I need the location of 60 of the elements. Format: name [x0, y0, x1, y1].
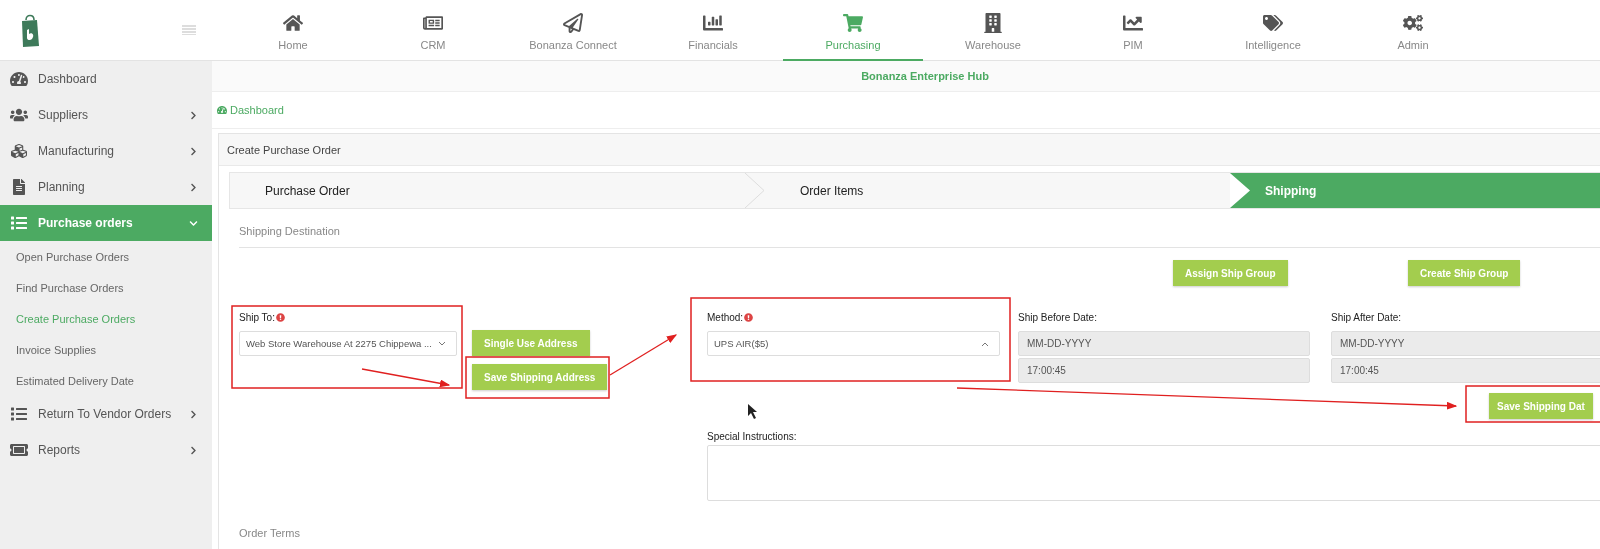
nav-tab[interactable]: Bonanza Connect: [503, 0, 643, 61]
sidebar-item[interactable]: Dashboard: [0, 61, 212, 97]
gauge-icon: [217, 105, 227, 115]
wizard-step[interactable]: Order Items: [765, 173, 1230, 208]
time-field[interactable]: 17:00:45: [1018, 358, 1310, 383]
nav-tab[interactable]: Financials: [643, 0, 783, 61]
tags-icon: [1263, 12, 1283, 33]
sidebar-subitem[interactable]: Find Purchase Orders: [0, 272, 212, 303]
field-label: Ship After Date:: [1331, 312, 1402, 325]
method-select[interactable]: UPS AIR($5): [707, 331, 1000, 356]
section-title: Shipping Destination: [239, 225, 340, 237]
ticket-icon: [10, 442, 28, 458]
nav-tab[interactable]: Home: [223, 0, 363, 61]
date-field[interactable]: MM-DD-YYYY: [1331, 331, 1600, 356]
cart-icon: [843, 12, 863, 33]
building-icon: [983, 12, 1003, 33]
nav-tab[interactable]: CRM: [363, 0, 503, 61]
field-label: Ship To:: [239, 312, 285, 326]
time-field[interactable]: 17:00:45: [1331, 358, 1600, 383]
list-icon: [10, 406, 28, 422]
home-icon: [283, 12, 303, 33]
sidebar-subitem[interactable]: Estimated Delivery Date: [0, 365, 212, 396]
field-label: Special Instructions:: [707, 431, 797, 444]
field-label: Method:: [707, 312, 754, 326]
chevron-up-icon: [981, 340, 989, 347]
nav-tab[interactable]: Intelligence: [1203, 0, 1343, 61]
sidebar-item[interactable]: Reports: [0, 432, 212, 468]
logo-icon: [20, 12, 40, 48]
wizard-step[interactable]: Purchase Order: [230, 173, 765, 208]
gears-icon: [1403, 12, 1423, 33]
sidebar-item[interactable]: Suppliers: [0, 97, 212, 133]
sidebar-item[interactable]: Manufacturing: [0, 133, 212, 169]
wizard-step[interactable]: Shipping: [1230, 173, 1600, 208]
section-title: Order Terms: [239, 527, 300, 539]
sidebar-subitem[interactable]: Invoice Supplies: [0, 334, 212, 365]
list-icon: [10, 215, 28, 231]
date-field[interactable]: MM-DD-YYYY: [1018, 331, 1310, 356]
ship-to-select[interactable]: Web Store Warehouse At 2275 Chippewa ...: [239, 331, 457, 356]
nav-tab[interactable]: Admin: [1343, 0, 1483, 61]
sidebar-item[interactable]: Planning: [0, 169, 212, 205]
field-label: Ship Before Date:: [1018, 312, 1097, 325]
nav-tab[interactable]: Warehouse: [923, 0, 1063, 61]
hub-title: Bonanza Enterprise Hub: [861, 70, 989, 82]
cubes-icon: [10, 143, 28, 159]
paper-plane-icon: [563, 12, 583, 33]
chevron-down-icon: [438, 340, 446, 347]
people-icon: [10, 107, 28, 123]
document-icon: [10, 179, 28, 195]
card-title: Create Purchase Order: [227, 143, 341, 156]
sidebar-subitem[interactable]: Create Purchase Orders: [0, 303, 212, 334]
sidebar-item[interactable]: Return To Vendor Orders: [0, 396, 212, 432]
sidebar-subitem[interactable]: Open Purchase Orders: [0, 241, 212, 272]
breadcrumb-link[interactable]: Dashboard: [217, 104, 284, 116]
menu-icon[interactable]: [182, 25, 196, 35]
sidebar-item[interactable]: Purchase orders: [0, 205, 212, 241]
special-instructions-field[interactable]: [707, 445, 1600, 501]
nav-tab[interactable]: PIM: [1063, 0, 1203, 61]
cursor-icon: [748, 404, 757, 419]
gauge-icon: [10, 71, 28, 87]
arrow: [609, 334, 678, 376]
